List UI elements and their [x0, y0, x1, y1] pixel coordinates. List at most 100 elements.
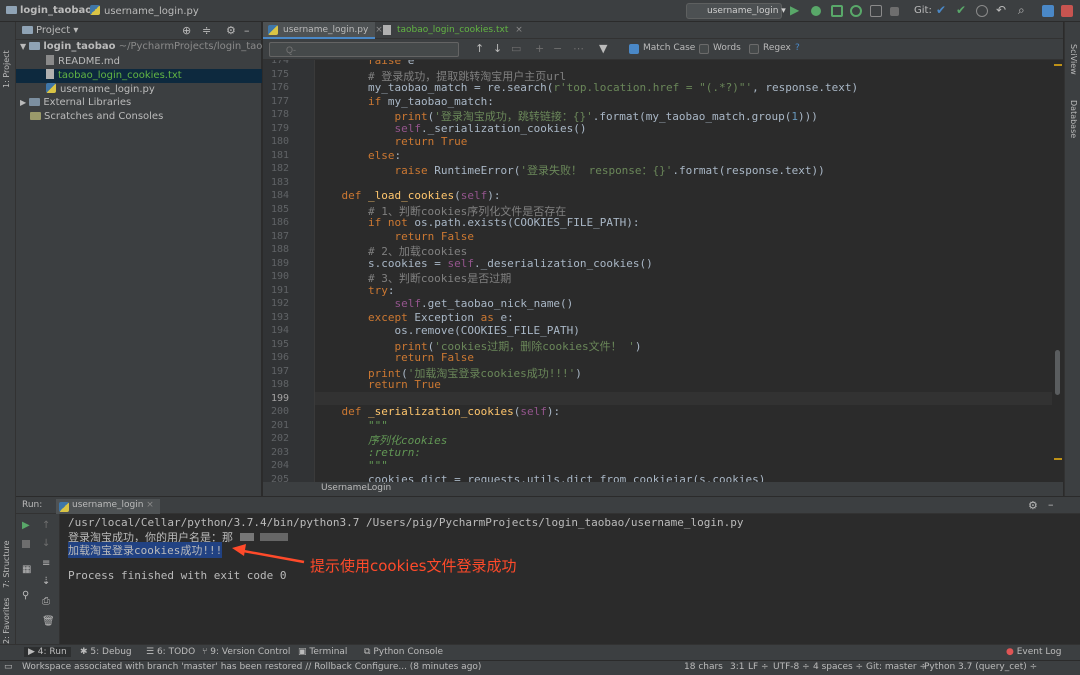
build-icon[interactable] — [870, 5, 882, 17]
tree-item-external-libraries[interactable]: ▶ External Libraries — [16, 97, 262, 111]
tree-item-cookies-file[interactable]: taobao_login_cookies.txt — [16, 69, 262, 83]
arrow-down-icon[interactable]: ↓ — [493, 42, 502, 55]
debug-icon: ✱ — [80, 647, 88, 657]
tab-event-log[interactable]: ● Event Log — [1006, 647, 1061, 657]
arrow-down-icon[interactable]: ↓ — [42, 538, 50, 549]
tab-run[interactable]: ▶ 4: Run — [24, 647, 71, 657]
filter-icon[interactable]: ▼ — [599, 42, 607, 55]
git-commit-icon[interactable]: ✔ — [956, 3, 970, 17]
breadcrumb-file[interactable]: username_login.py — [90, 5, 199, 17]
close-icon[interactable]: × — [515, 25, 523, 35]
editor-scrollbar[interactable] — [1052, 60, 1064, 482]
match-case-checkbox[interactable] — [629, 44, 639, 54]
run-icon[interactable]: ▶ — [790, 3, 804, 17]
status-git-branch[interactable]: Git: master ÷ — [866, 662, 927, 672]
line-number: 194 — [270, 325, 289, 336]
regex-checkbox[interactable] — [749, 44, 759, 54]
collapse-icon[interactable]: ≑ — [202, 24, 211, 37]
translate-icon[interactable] — [1042, 5, 1054, 17]
code-line: """ — [367, 418, 388, 432]
tree-item-project-root[interactable]: ▼ login_taobao ~/PycharmProjects/login_t… — [16, 41, 281, 55]
editor-breadcrumb[interactable]: UsernameLogin — [263, 482, 1063, 496]
tab-debug[interactable]: ✱ 5: Debug — [80, 647, 132, 657]
scratches-icon — [30, 112, 41, 120]
breadcrumb-project[interactable]: login_taobao — [6, 5, 92, 16]
rerun-icon[interactable]: ▶ — [22, 520, 30, 531]
hide-icon[interactable]: – — [244, 24, 250, 37]
event-log-icon: ● — [1006, 647, 1014, 657]
line-number-gutter: 174 175 176 177 178 179 180 181 182 183 … — [263, 60, 315, 482]
status-indent[interactable]: 4 spaces ÷ — [813, 662, 863, 672]
favorites-tool-tab[interactable]: 2: Favorites — [2, 598, 11, 644]
run-panel-header: Run: username_login × ⚙ – — [16, 496, 1080, 514]
tab-cookies-file[interactable]: taobao_login_cookies.txt × — [377, 22, 523, 39]
remove-selection-icon[interactable]: − — [553, 42, 562, 55]
coverage-icon[interactable] — [831, 5, 843, 17]
search-icon[interactable]: ⌕ — [1018, 3, 1032, 17]
git-update-icon[interactable]: ✔ — [936, 3, 950, 17]
line-number-current: 199 — [270, 392, 289, 404]
line-number: 178 — [270, 109, 289, 120]
tree-item-scratches[interactable]: Scratches and Consoles — [16, 111, 262, 125]
todo-icon: ☰ — [146, 647, 155, 657]
locate-icon[interactable]: ⊕ — [182, 24, 191, 37]
select-all-occurrences-icon[interactable]: ⋯ — [573, 42, 584, 55]
trash-icon[interactable]: 🗑 — [42, 616, 55, 627]
chevron-down-icon: ▾ — [781, 6, 786, 16]
print-icon[interactable]: ⎙ — [42, 596, 50, 607]
tab-python-console[interactable]: ⧉ Python Console — [364, 647, 443, 657]
status-encoding[interactable]: UTF-8 ÷ — [773, 662, 810, 672]
line-number: 181 — [270, 149, 289, 161]
tab-terminal[interactable]: ▣ Terminal — [298, 647, 347, 657]
console-line-selected: 加载淘宝登录cookies成功!!! — [68, 542, 223, 558]
database-tool-tab[interactable]: Database — [1069, 100, 1078, 138]
run-config-tab[interactable]: username_login × — [56, 499, 160, 514]
profile-icon[interactable] — [850, 5, 862, 17]
project-tool-tab[interactable]: 1: Project — [2, 50, 11, 88]
code-editor[interactable]: raise e # 登录成功，提取跳转淘宝用户主页url my_taobao_m… — [315, 60, 1060, 482]
layout-icon[interactable]: ▦ — [22, 564, 31, 575]
tab-todo[interactable]: ☰ 6: TODO — [146, 647, 195, 657]
words-checkbox[interactable] — [699, 44, 709, 54]
status-toggle-icon[interactable]: ▭ — [4, 662, 13, 672]
history-icon[interactable] — [976, 5, 988, 17]
arrow-up-icon[interactable]: ↑ — [42, 520, 50, 531]
close-icon[interactable]: × — [146, 500, 154, 510]
structure-tool-tab[interactable]: 7: Structure — [2, 540, 11, 588]
right-tool-stripe: SciView Database — [1064, 22, 1080, 496]
sciview-tool-tab[interactable]: SciView — [1069, 44, 1078, 75]
pin-icon[interactable]: ⚲ — [22, 590, 29, 601]
stop-icon[interactable] — [22, 540, 30, 548]
tab-version-control[interactable]: ⑂ 9: Version Control — [202, 647, 290, 657]
warning-marker[interactable] — [1054, 458, 1062, 460]
tree-item-username-login[interactable]: username_login.py — [16, 83, 262, 97]
regex-help-link[interactable]: ? — [795, 43, 800, 53]
run-console[interactable]: /usr/local/Cellar/python/3.7.4/bin/pytho… — [60, 514, 1080, 644]
stop-icon[interactable] — [890, 7, 899, 16]
status-message[interactable]: Workspace associated with branch 'master… — [22, 662, 481, 672]
code-line: print('登录淘宝成功，跳转链接：{}'.format(my_taobao_… — [394, 110, 818, 123]
gear-icon[interactable]: ⚙ — [226, 24, 236, 37]
run-config-selector[interactable]: username_login ▾ — [686, 3, 786, 19]
gear-icon[interactable]: ⚙ — [1028, 499, 1038, 512]
tab-username-login[interactable]: username_login.py × — [263, 22, 383, 39]
status-caret-position[interactable]: 3:1 — [730, 662, 744, 672]
hide-icon[interactable]: – — [1048, 498, 1054, 511]
arrow-up-icon[interactable]: ↑ — [475, 42, 484, 55]
debug-icon[interactable] — [811, 6, 821, 16]
tree-item-readme[interactable]: README.md — [16, 55, 262, 69]
status-line-separator[interactable]: LF ÷ — [748, 662, 769, 672]
plugin-icon[interactable] — [1061, 5, 1073, 17]
scroll-to-end-icon[interactable]: ⇣ — [42, 576, 50, 587]
code-line: return True — [367, 378, 441, 391]
soft-wrap-icon[interactable]: ≡ — [42, 558, 50, 569]
warning-marker[interactable] — [1054, 64, 1062, 66]
project-view-selector[interactable]: Project ▾ — [22, 25, 78, 36]
search-input[interactable] — [269, 42, 459, 57]
select-all-icon[interactable]: ▭ — [511, 42, 521, 55]
add-selection-icon[interactable]: + — [535, 42, 544, 55]
scroll-thumb[interactable] — [1055, 350, 1060, 395]
status-interpreter[interactable]: Python 3.7 (query_cet) ÷ — [924, 662, 1037, 672]
line-number: 204 — [270, 460, 289, 471]
rollback-icon[interactable]: ↶ — [996, 3, 1010, 17]
